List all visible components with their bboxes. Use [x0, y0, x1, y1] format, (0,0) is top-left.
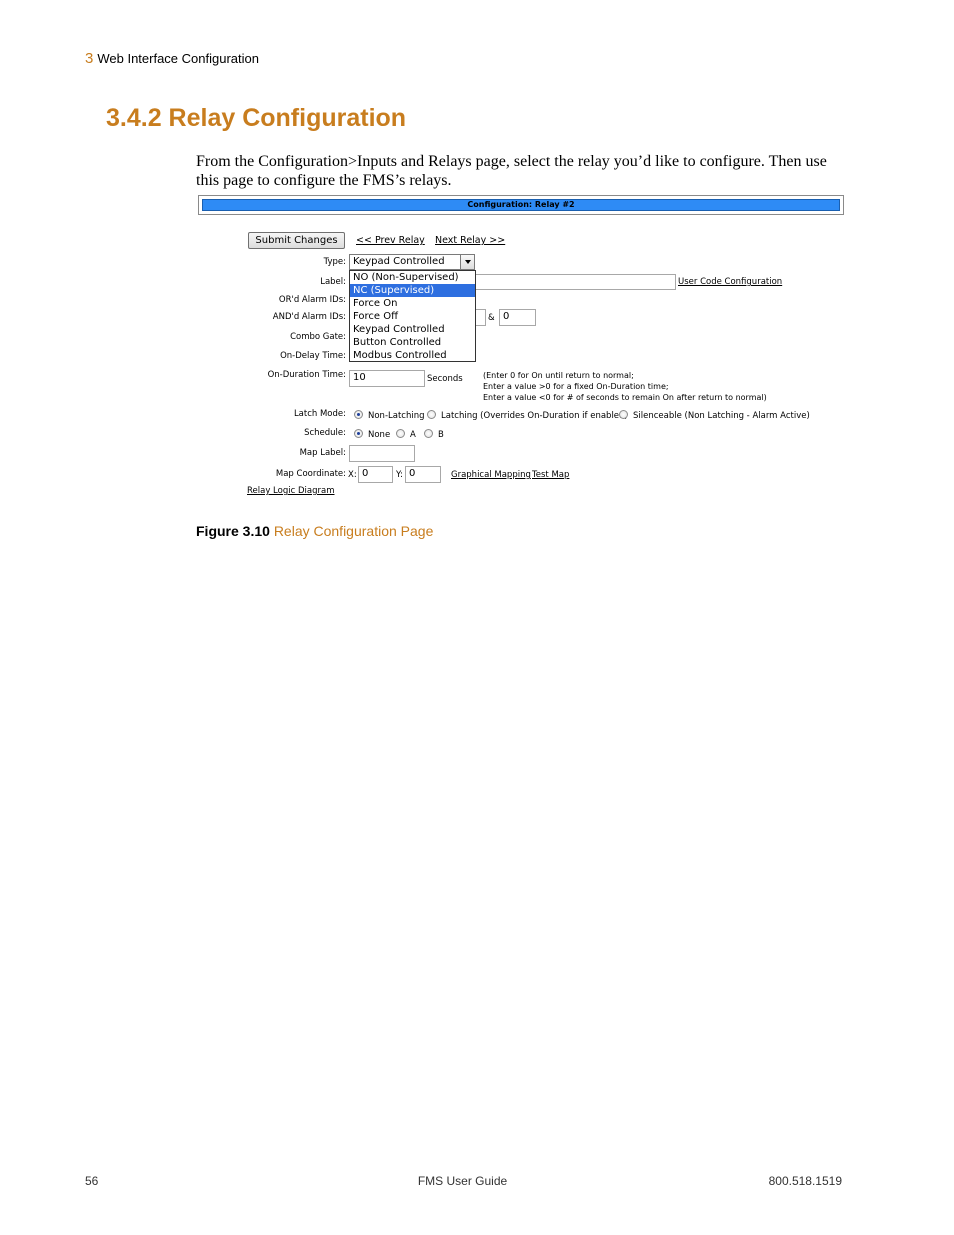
- map-label-label: Map Label:: [299, 448, 346, 458]
- y-label: Y:: [396, 470, 403, 480]
- on-duration-time-label: On-Duration Time:: [267, 370, 346, 380]
- andd-separator: &: [488, 313, 495, 323]
- label-label: Label:: [320, 277, 346, 287]
- on-duration-hint: (Enter 0 for On until return to normal; …: [483, 371, 767, 402]
- type-option[interactable]: NO (Non-Supervised): [350, 271, 475, 284]
- schedule-option-label: None: [368, 430, 391, 440]
- figure-title: Relay Configuration Page: [273, 523, 434, 539]
- type-option[interactable]: Force On: [350, 297, 475, 310]
- latch-mode-label: Latch Mode:: [293, 409, 346, 419]
- andd-alarm-ids-label: AND'd Alarm IDs:: [272, 312, 346, 322]
- next-relay-link[interactable]: Next Relay >>: [435, 235, 505, 246]
- config-title-bar: Configuration: Relay #2: [198, 195, 844, 215]
- map-coordinate-label: Map Coordinate:: [275, 469, 346, 479]
- chapter-number: 3: [85, 50, 94, 67]
- type-select[interactable]: Keypad Controlled: [349, 254, 475, 270]
- latch-option-label: Non-Latching: [368, 411, 425, 421]
- ord-alarm-ids-label: OR'd Alarm IDs:: [278, 295, 346, 305]
- type-selected-value: Keypad Controlled: [353, 256, 445, 267]
- intro-paragraph: From the Configuration>Inputs and Relays…: [196, 153, 827, 189]
- config-title: Configuration: Relay #2: [202, 199, 840, 211]
- x-label: X:: [348, 470, 357, 480]
- chevron-down-icon[interactable]: [460, 255, 474, 269]
- type-option-highlighted[interactable]: NC (Supervised): [350, 284, 475, 297]
- type-option[interactable]: Button Controlled: [350, 336, 475, 349]
- section-title: 3.4.2 Relay Configuration: [106, 104, 407, 132]
- schedule-label: Schedule:: [304, 428, 346, 438]
- type-dropdown-list[interactable]: NO (Non-Supervised) NC (Supervised) Forc…: [349, 270, 476, 362]
- relay-logic-diagram-link[interactable]: Relay Logic Diagram: [247, 486, 334, 496]
- latch-option-label: Silenceable (Non Latching - Alarm Active…: [633, 411, 810, 421]
- map-y-input[interactable]: 0: [405, 466, 441, 483]
- figure-caption: Figure 3.10 Relay Configuration Page: [196, 523, 433, 539]
- latch-non-latching-radio[interactable]: [354, 410, 363, 419]
- schedule-option-label: B: [438, 430, 444, 440]
- latch-latching-radio[interactable]: [427, 410, 436, 419]
- schedule-b-radio[interactable]: [424, 429, 433, 438]
- on-delay-time-label: On-Delay Time:: [280, 351, 346, 361]
- type-option[interactable]: Keypad Controlled: [350, 323, 475, 336]
- relay-config-screenshot: Configuration: Relay #2 Submit Changes <…: [198, 195, 844, 496]
- type-label: Type:: [323, 257, 346, 267]
- combo-gate-label: Combo Gate:: [290, 332, 346, 342]
- user-code-config-link[interactable]: User Code Configuration: [678, 277, 782, 287]
- running-header: 3 Web Interface Configuration: [85, 50, 259, 67]
- submit-changes-button[interactable]: Submit Changes: [248, 232, 345, 249]
- type-option[interactable]: Modbus Controlled: [350, 349, 475, 362]
- latch-silenceable-radio[interactable]: [619, 410, 628, 419]
- graphical-mapping-link[interactable]: Graphical Mapping: [451, 470, 531, 480]
- chapter-title: Web Interface Configuration: [97, 51, 259, 66]
- andd-alarm-id-input-2[interactable]: 0: [499, 309, 536, 326]
- figure-number: Figure 3.10: [196, 523, 270, 539]
- on-duration-input[interactable]: 10: [349, 370, 425, 387]
- seconds-unit: Seconds: [427, 374, 463, 384]
- map-label-input[interactable]: [349, 445, 415, 462]
- type-option[interactable]: Force Off: [350, 310, 475, 323]
- footer-phone: 800.518.1519: [768, 1174, 842, 1188]
- test-map-link[interactable]: Test Map: [532, 470, 569, 480]
- schedule-option-label: A: [410, 430, 416, 440]
- schedule-none-radio[interactable]: [354, 429, 363, 438]
- schedule-a-radio[interactable]: [396, 429, 405, 438]
- prev-relay-link[interactable]: << Prev Relay: [356, 235, 425, 246]
- latch-option-label: Latching (Overrides On-Duration if enabl…: [441, 411, 628, 421]
- map-x-input[interactable]: 0: [358, 466, 393, 483]
